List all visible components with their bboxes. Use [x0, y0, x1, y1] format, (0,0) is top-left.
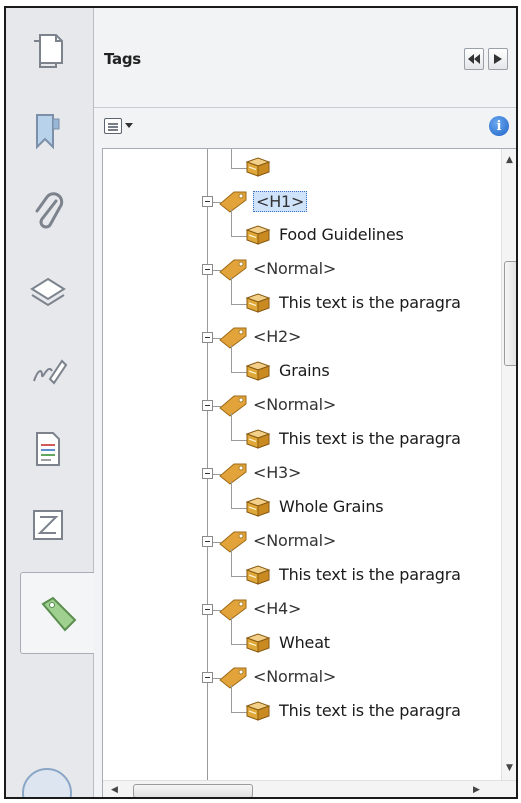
bookmarks-button[interactable] — [16, 100, 80, 162]
horizontal-scroll-thumb[interactable] — [133, 784, 253, 797]
content-label: Whole Grains — [279, 497, 384, 516]
bookmark-icon — [36, 114, 60, 150]
tags-navigation-window: Tags i <H1> Food Guidelines <Normal> This t… — [4, 6, 518, 799]
tag-icon — [218, 190, 248, 218]
attachment-icon — [35, 192, 64, 229]
content-node[interactable]: Whole Grains — [103, 481, 495, 525]
tag-icon — [218, 326, 248, 354]
tag-tree[interactable]: <H1> Food Guidelines <Normal> This text is … — [102, 148, 516, 797]
tag-node[interactable]: <H3> — [103, 457, 495, 491]
tag-node[interactable]: <Normal> — [103, 661, 495, 695]
content-label: Food Guidelines — [279, 225, 404, 244]
collapse-toggle-icon[interactable] — [202, 468, 213, 479]
content-label: This text is the paragra — [279, 293, 461, 312]
content-box-icon — [245, 496, 271, 522]
tag-node[interactable]: <H4> — [103, 593, 495, 627]
collapse-toggle-icon[interactable] — [202, 196, 213, 207]
content-box-icon — [245, 632, 271, 658]
collapse-toggle-icon[interactable] — [202, 604, 213, 615]
content-box-icon — [245, 700, 271, 726]
tag-icon — [218, 666, 248, 694]
content-node[interactable]: This text is the paragra — [103, 413, 495, 457]
panel-header: Tags — [94, 8, 516, 108]
collapse-toggle-icon[interactable] — [202, 264, 213, 275]
content-icon — [36, 432, 60, 466]
more-panel-button[interactable] — [22, 768, 72, 797]
signatures-icon — [33, 359, 68, 385]
vertical-scroll-thumb[interactable] — [504, 261, 516, 366]
order-button[interactable] — [16, 494, 80, 556]
tag-icon — [218, 598, 248, 626]
content-node[interactable]: Food Guidelines — [103, 209, 495, 253]
info-button[interactable]: i — [489, 116, 509, 136]
page-thumbnails-button[interactable] — [16, 20, 80, 82]
tag-node[interactable]: <Normal> — [103, 253, 495, 287]
collapse-toggle-icon[interactable] — [202, 672, 213, 683]
double-chevron-left-icon — [468, 54, 480, 64]
vertical-scrollbar[interactable]: ▲ ▼ — [501, 149, 516, 781]
layers-button[interactable] — [16, 260, 80, 322]
attachments-button[interactable] — [16, 180, 80, 242]
content-label: This text is the paragra — [279, 565, 461, 584]
tag-node[interactable]: <H1> — [103, 185, 495, 219]
tag-icon — [218, 258, 248, 286]
options-list-icon — [104, 118, 122, 134]
pages-icon — [34, 34, 63, 68]
collapse-toggle-icon[interactable] — [202, 332, 213, 343]
content-box-icon — [245, 428, 271, 454]
tag-node[interactable]: <Normal> — [103, 525, 495, 559]
expand-panel-button[interactable] — [488, 48, 508, 70]
horizontal-scrollbar[interactable]: ◀ ▶ — [103, 780, 516, 797]
tag-node[interactable]: <H2> — [103, 321, 495, 355]
content-box-icon — [245, 564, 271, 590]
content-node[interactable]: This text is the paragra — [103, 277, 495, 321]
content-button[interactable] — [16, 418, 80, 480]
content-node[interactable]: This text is the paragra — [103, 685, 495, 729]
collapse-toggle-icon[interactable] — [202, 536, 213, 547]
scroll-up-arrow-icon[interactable]: ▲ — [506, 155, 513, 165]
content-label: This text is the paragra — [279, 429, 461, 448]
tag-icon — [218, 462, 248, 490]
tag-label: <Normal> — [253, 395, 337, 414]
tag-label: <Normal> — [253, 667, 337, 686]
layers-icon — [30, 277, 66, 307]
content-node[interactable] — [103, 149, 495, 185]
tag-label: <H1> — [253, 191, 308, 212]
scroll-right-arrow-icon[interactable]: ▶ — [473, 785, 480, 795]
content-box-icon — [245, 156, 271, 182]
content-box-icon — [245, 224, 271, 250]
tag-label: <H2> — [253, 327, 302, 346]
content-node[interactable]: This text is the paragra — [103, 549, 495, 593]
tag-label: <H3> — [253, 463, 302, 482]
order-icon — [33, 510, 63, 540]
scroll-left-arrow-icon[interactable]: ◀ — [111, 785, 118, 795]
collapse-panel-button[interactable] — [464, 48, 484, 70]
navigation-rail — [6, 8, 95, 797]
tag-icon — [218, 530, 248, 558]
dropdown-arrow-icon — [125, 123, 133, 128]
tag-label: <H4> — [253, 599, 302, 618]
content-label: Grains — [279, 361, 330, 380]
collapse-toggle-icon[interactable] — [202, 400, 213, 411]
content-node[interactable]: Wheat — [103, 617, 495, 661]
signatures-button[interactable] — [16, 340, 80, 402]
tag-node[interactable]: <Normal> — [103, 389, 495, 423]
tag-icon — [41, 596, 77, 632]
chevron-right-icon — [494, 54, 502, 64]
content-node[interactable]: Grains — [103, 345, 495, 389]
tag-label: <Normal> — [253, 531, 337, 550]
tag-label: <Normal> — [253, 259, 337, 278]
tags-panel: Tags i <H1> Food Guidelines <Normal> This t… — [94, 8, 516, 797]
panel-title: Tags — [104, 50, 141, 68]
tag-icon — [218, 394, 248, 422]
content-label: This text is the paragra — [279, 701, 461, 720]
content-box-icon — [245, 360, 271, 386]
content-box-icon — [245, 292, 271, 318]
options-menu-button[interactable] — [104, 115, 142, 137]
content-label: Wheat — [279, 633, 330, 652]
tags-button[interactable] — [20, 572, 95, 654]
scroll-down-arrow-icon[interactable]: ▼ — [506, 763, 513, 773]
